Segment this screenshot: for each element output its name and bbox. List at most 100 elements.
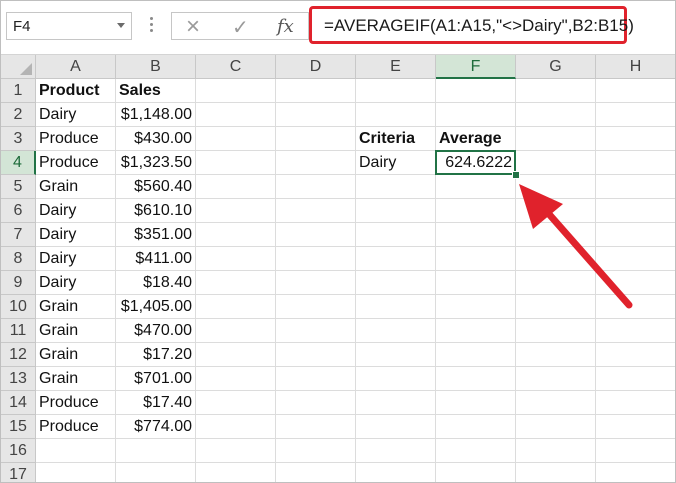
cell-f7[interactable] — [436, 223, 516, 247]
cell-h1[interactable] — [596, 79, 675, 103]
cell-f3[interactable]: Average — [436, 127, 516, 151]
cell-g14[interactable] — [516, 391, 596, 415]
cell-g9[interactable] — [516, 271, 596, 295]
cell-e12[interactable] — [356, 343, 436, 367]
cell-h5[interactable] — [596, 175, 675, 199]
column-header-b[interactable]: B — [116, 55, 196, 79]
cell-a12[interactable]: Grain — [36, 343, 116, 367]
cell-h16[interactable] — [596, 439, 675, 463]
cell-c2[interactable] — [196, 103, 276, 127]
check-icon[interactable]: ✓ — [232, 15, 249, 40]
cell-c6[interactable] — [196, 199, 276, 223]
cell-d4[interactable] — [276, 151, 356, 175]
cell-h4[interactable] — [596, 151, 675, 175]
cell-b3[interactable]: $430.00 — [116, 127, 196, 151]
fill-handle[interactable] — [512, 171, 520, 179]
row-header-14[interactable]: 14 — [1, 391, 36, 415]
cell-a3[interactable]: Produce — [36, 127, 116, 151]
cell-f11[interactable] — [436, 319, 516, 343]
column-header-f[interactable]: F — [436, 55, 516, 79]
column-header-d[interactable]: D — [276, 55, 356, 79]
cell-e13[interactable] — [356, 367, 436, 391]
cell-d3[interactable] — [276, 127, 356, 151]
cell-b9[interactable]: $18.40 — [116, 271, 196, 295]
cell-b14[interactable]: $17.40 — [116, 391, 196, 415]
cell-b13[interactable]: $701.00 — [116, 367, 196, 391]
cell-c7[interactable] — [196, 223, 276, 247]
cell-b5[interactable]: $560.40 — [116, 175, 196, 199]
cell-g6[interactable] — [516, 199, 596, 223]
cell-g13[interactable] — [516, 367, 596, 391]
cell-f10[interactable] — [436, 295, 516, 319]
column-header-h[interactable]: H — [596, 55, 675, 79]
cell-h15[interactable] — [596, 415, 675, 439]
cell-a5[interactable]: Grain — [36, 175, 116, 199]
cell-b10[interactable]: $1,405.00 — [116, 295, 196, 319]
cell-b17[interactable] — [116, 463, 196, 482]
cell-d16[interactable] — [276, 439, 356, 463]
cell-h3[interactable] — [596, 127, 675, 151]
cell-g11[interactable] — [516, 319, 596, 343]
cell-e16[interactable] — [356, 439, 436, 463]
cell-g3[interactable] — [516, 127, 596, 151]
cell-e17[interactable] — [356, 463, 436, 482]
cell-d7[interactable] — [276, 223, 356, 247]
chevron-down-icon[interactable] — [117, 23, 125, 28]
row-header-1[interactable]: 1 — [1, 79, 36, 103]
row-header-2[interactable]: 2 — [1, 103, 36, 127]
cell-h13[interactable] — [596, 367, 675, 391]
cell-e3[interactable]: Criteria — [356, 127, 436, 151]
cell-f15[interactable] — [436, 415, 516, 439]
cell-b12[interactable]: $17.20 — [116, 343, 196, 367]
cell-h10[interactable] — [596, 295, 675, 319]
cell-g8[interactable] — [516, 247, 596, 271]
drag-handle-icon[interactable] — [150, 17, 153, 35]
column-header-e[interactable]: E — [356, 55, 436, 79]
cell-a4[interactable]: Produce — [36, 151, 116, 175]
row-header-5[interactable]: 5 — [1, 175, 36, 199]
cell-b15[interactable]: $774.00 — [116, 415, 196, 439]
row-header-15[interactable]: 15 — [1, 415, 36, 439]
cell-d14[interactable] — [276, 391, 356, 415]
cell-f1[interactable] — [436, 79, 516, 103]
cell-f12[interactable] — [436, 343, 516, 367]
row-header-9[interactable]: 9 — [1, 271, 36, 295]
cell-g10[interactable] — [516, 295, 596, 319]
cell-f13[interactable] — [436, 367, 516, 391]
cell-e6[interactable] — [356, 199, 436, 223]
cell-c16[interactable] — [196, 439, 276, 463]
cell-b6[interactable]: $610.10 — [116, 199, 196, 223]
cell-g1[interactable] — [516, 79, 596, 103]
cell-h12[interactable] — [596, 343, 675, 367]
cell-e11[interactable] — [356, 319, 436, 343]
cell-h14[interactable] — [596, 391, 675, 415]
cell-a2[interactable]: Dairy — [36, 103, 116, 127]
cell-e9[interactable] — [356, 271, 436, 295]
cell-a13[interactable]: Grain — [36, 367, 116, 391]
cell-c10[interactable] — [196, 295, 276, 319]
cell-f6[interactable] — [436, 199, 516, 223]
cell-d2[interactable] — [276, 103, 356, 127]
cell-e14[interactable] — [356, 391, 436, 415]
row-header-3[interactable]: 3 — [1, 127, 36, 151]
cell-e4[interactable]: Dairy — [356, 151, 436, 175]
row-header-4[interactable]: 4 — [1, 151, 36, 175]
cell-c5[interactable] — [196, 175, 276, 199]
row-header-7[interactable]: 7 — [1, 223, 36, 247]
cell-a16[interactable] — [36, 439, 116, 463]
cell-g4[interactable] — [516, 151, 596, 175]
cell-h17[interactable] — [596, 463, 675, 482]
cell-d17[interactable] — [276, 463, 356, 482]
cell-g5[interactable] — [516, 175, 596, 199]
cell-b4[interactable]: $1,323.50 — [116, 151, 196, 175]
cell-a6[interactable]: Dairy — [36, 199, 116, 223]
row-header-8[interactable]: 8 — [1, 247, 36, 271]
cell-c3[interactable] — [196, 127, 276, 151]
cell-c9[interactable] — [196, 271, 276, 295]
row-header-16[interactable]: 16 — [1, 439, 36, 463]
cell-d6[interactable] — [276, 199, 356, 223]
cell-h7[interactable] — [596, 223, 675, 247]
cell-f16[interactable] — [436, 439, 516, 463]
cell-b8[interactable]: $411.00 — [116, 247, 196, 271]
cell-a9[interactable]: Dairy — [36, 271, 116, 295]
